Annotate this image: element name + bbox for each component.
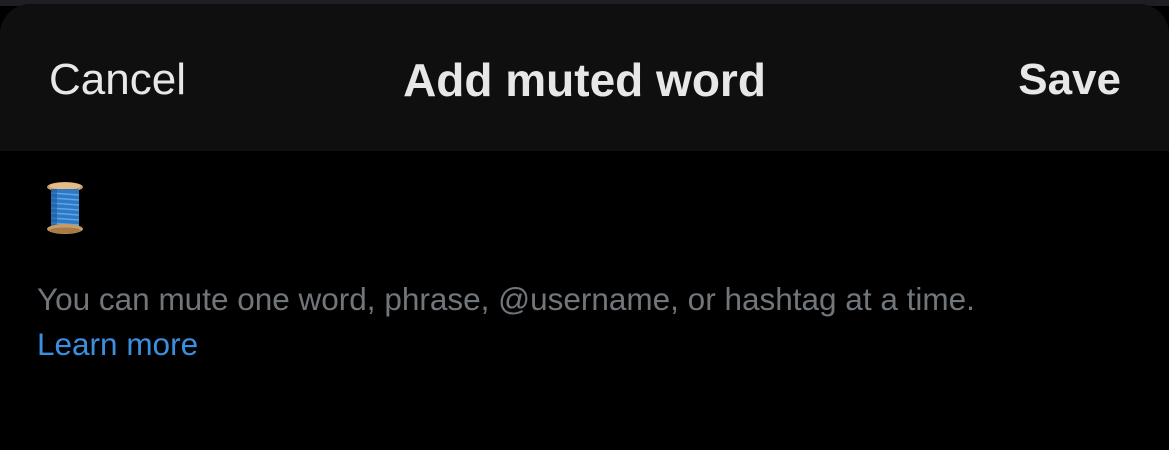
mute-word-sheet: Cancel Add muted word Save You can mute … [0, 0, 1169, 450]
sheet-body: You can mute one word, phrase, @username… [0, 151, 1169, 450]
thread-spool-icon [47, 182, 83, 234]
learn-more-link[interactable]: Learn more [37, 322, 198, 367]
help-description: You can mute one word, phrase, @username… [37, 281, 975, 317]
save-button[interactable]: Save [1018, 54, 1121, 106]
sheet-header: Cancel Add muted word Save [0, 4, 1169, 151]
page-title: Add muted word [403, 54, 766, 106]
help-text: You can mute one word, phrase, @username… [37, 277, 1147, 367]
